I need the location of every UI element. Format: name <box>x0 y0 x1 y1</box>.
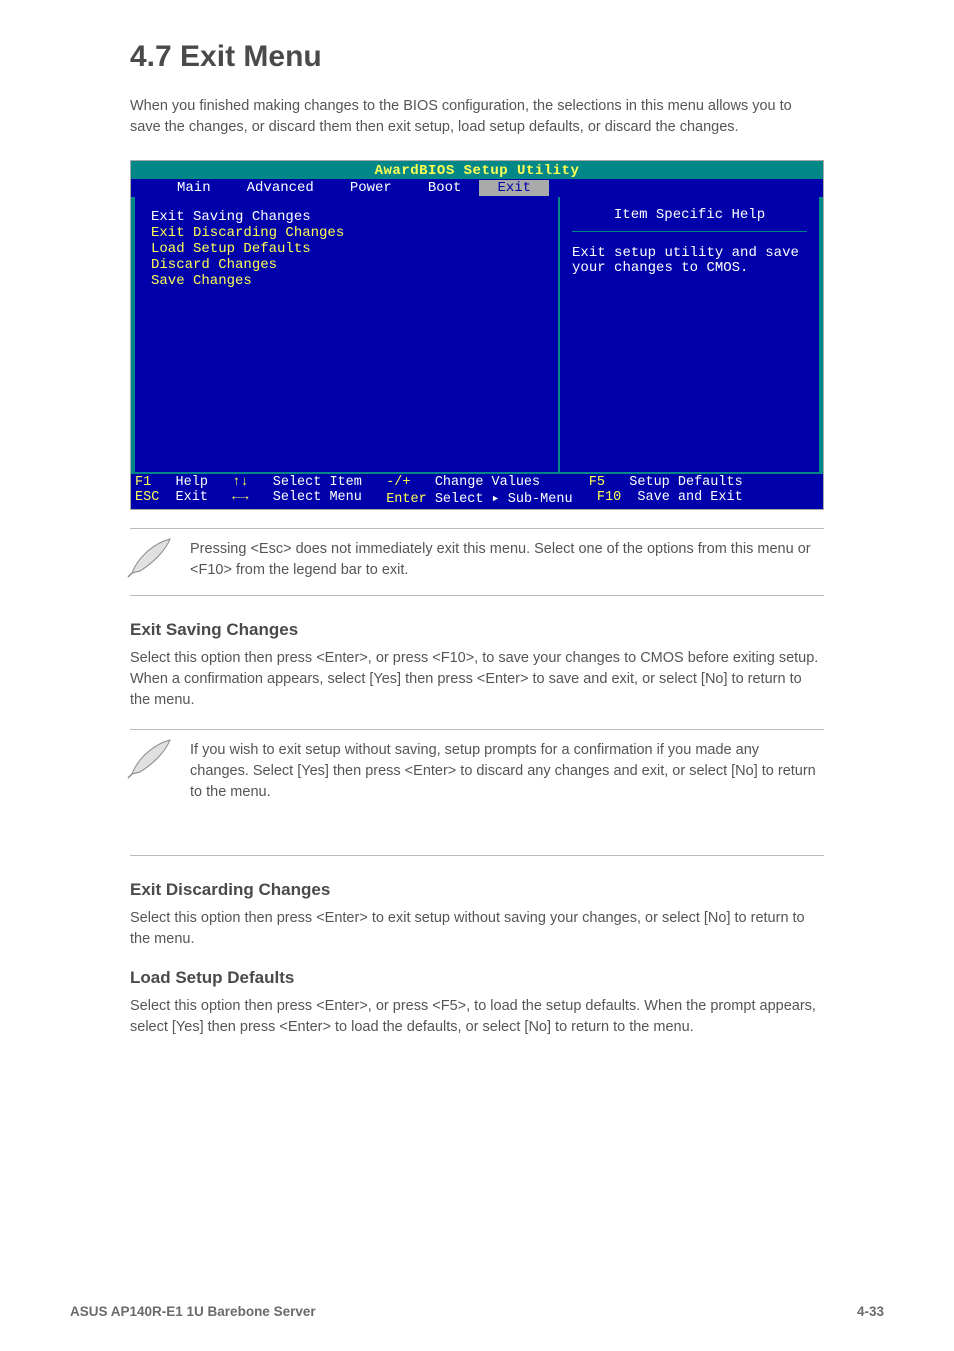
legend-key: ESC <box>135 490 159 505</box>
bios-help-title: Item Specific Help <box>572 207 807 232</box>
page-heading: 4.7 Exit Menu <box>130 40 884 74</box>
bios-item-discard-changes[interactable]: Discard Changes <box>151 257 542 273</box>
legend-key: F1 <box>135 475 151 490</box>
bios-tab-exit[interactable]: Exit <box>479 180 549 196</box>
legend-label: Save and Exit <box>637 490 742 505</box>
section-load-defaults-body: Select this option then press <Enter>, o… <box>130 996 824 1038</box>
bios-title-bar: AwardBIOS Setup Utility <box>131 161 823 179</box>
legend-key: ↑↓ <box>232 475 248 490</box>
bios-menu-items: Exit Saving Changes Exit Discarding Chan… <box>131 197 560 472</box>
legend-label: Exit <box>176 490 208 505</box>
legend-label: Select Item <box>273 475 362 490</box>
intro-paragraph: When you finished making changes to the … <box>130 96 824 138</box>
bios-item-exit-discarding[interactable]: Exit Discarding Changes <box>151 225 542 241</box>
section-exit-saving-label: Exit Saving Changes <box>130 620 824 640</box>
page-footer: ASUS AP140R-E1 1U Barebone Server 4-33 <box>70 1304 884 1319</box>
bios-tab-power[interactable]: Power <box>332 180 410 196</box>
legend-key: ←→ <box>232 490 248 505</box>
bios-item-save-changes[interactable]: Save Changes <box>151 273 542 289</box>
bios-tab-advanced[interactable]: Advanced <box>229 180 332 196</box>
note-text-1: Pressing <Esc> does not immediately exit… <box>190 539 824 581</box>
legend-key: F10 <box>597 490 621 505</box>
section-exit-discarding-body: Select this option then press <Enter> to… <box>130 908 824 950</box>
bios-screenshot: AwardBIOS Setup Utility Main Advanced Po… <box>130 160 824 510</box>
bios-item-load-defaults[interactable]: Load Setup Defaults <box>151 241 542 257</box>
legend-label: Setup Defaults <box>629 475 742 490</box>
legend-key: F5 <box>589 475 605 490</box>
footer-product: ASUS AP140R-E1 1U Barebone Server <box>70 1304 316 1319</box>
footer-page-number: 4-33 <box>857 1304 884 1319</box>
note-block-2: If you wish to exit setup without saving… <box>130 729 824 856</box>
legend-label: Select Menu <box>273 490 362 505</box>
section-exit-discarding-label: Exit Discarding Changes <box>130 880 824 900</box>
legend-label: Help <box>176 475 208 490</box>
bios-legend-bar: F1 Help ↑↓ Select Item -/+ Change Values… <box>131 472 823 509</box>
quill-icon <box>130 539 190 581</box>
quill-icon <box>130 740 190 803</box>
bios-tab-main[interactable]: Main <box>159 180 229 196</box>
legend-label: Change Values <box>435 475 540 490</box>
bios-tab-boot[interactable]: Boot <box>410 180 480 196</box>
section-exit-saving-body: Select this option then press <Enter>, o… <box>130 648 824 711</box>
legend-key: -/+ <box>386 475 410 490</box>
note-text-2: If you wish to exit setup without saving… <box>190 740 824 803</box>
section-load-defaults-label: Load Setup Defaults <box>130 968 824 988</box>
legend-key: Enter <box>386 492 427 507</box>
bios-help-text: Exit setup utility and save your changes… <box>572 246 807 277</box>
note-block-1: Pressing <Esc> does not immediately exit… <box>130 528 824 596</box>
legend-label: Select ▸ Sub-Menu <box>435 492 573 507</box>
bios-tab-bar: Main Advanced Power Boot Exit <box>131 179 823 197</box>
bios-item-exit-saving[interactable]: Exit Saving Changes <box>151 209 542 225</box>
bios-help-panel: Item Specific Help Exit setup utility an… <box>560 197 823 472</box>
